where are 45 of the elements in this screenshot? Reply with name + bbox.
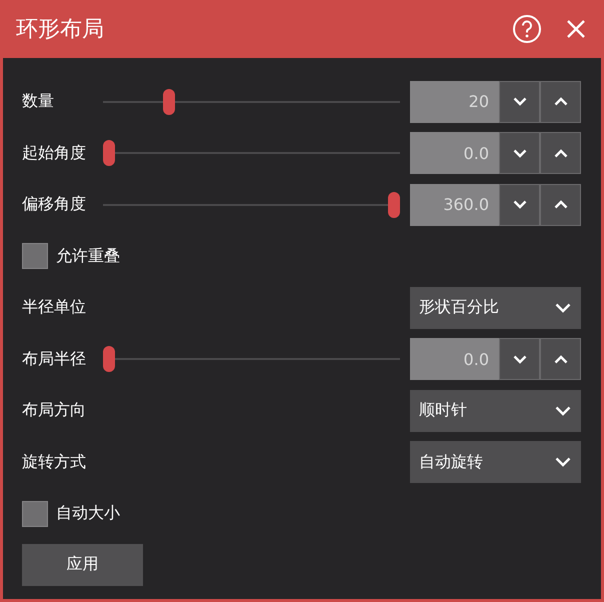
increment-button[interactable] [540,338,581,380]
dropdown[interactable]: 形状百分比 [410,286,581,329]
field-label: 数量 [22,91,55,112]
window-title: 环形布局 [16,16,105,44]
slider-thumb[interactable] [103,140,115,166]
checkbox[interactable] [22,243,48,270]
field-label: 布局方向 [22,400,87,422]
chevron-down-icon [555,302,571,313]
decrement-button[interactable] [499,338,540,380]
chevron-down-icon [512,200,526,210]
chevron-down-icon [512,354,526,364]
field-label: 布局半径 [22,348,87,370]
field-label: 半径单位 [22,297,87,318]
chevron-up-icon [554,97,568,106]
checkbox-label: 自动大小 [56,503,120,524]
increment-button[interactable] [540,80,581,123]
slider-thumb[interactable] [162,88,175,115]
field-label: 偏移角度 [22,194,87,216]
decrement-button[interactable] [499,184,540,226]
chevron-up-icon [554,200,568,210]
dropdown[interactable]: 自动旋转 [410,441,581,484]
decrement-button[interactable] [499,132,540,174]
chevron-up-icon [554,148,568,158]
decrement-button[interactable] [499,80,540,123]
slider[interactable] [103,88,400,115]
chevron-down-icon [512,148,526,158]
checkbox-label: 允许重叠 [56,246,120,267]
field-label: 起始角度 [22,142,87,164]
chevron-up-icon [554,354,568,364]
slider[interactable] [103,346,400,372]
increment-button[interactable] [540,184,581,226]
close-icon[interactable] [566,19,586,39]
apply-button[interactable]: 应用 [22,544,143,586]
field-label: 旋转方式 [22,452,87,473]
chevron-down-icon [555,457,571,468]
dropdown[interactable]: 顺时针 [410,390,581,432]
checkbox[interactable] [22,500,48,527]
increment-button[interactable] [540,132,581,174]
slider-thumb[interactable] [388,192,400,218]
chevron-down-icon [512,97,526,106]
help-icon[interactable] [512,14,542,44]
chevron-down-icon [555,406,571,416]
slider[interactable] [103,140,400,166]
slider[interactable] [103,192,400,218]
slider-thumb[interactable] [103,346,115,372]
